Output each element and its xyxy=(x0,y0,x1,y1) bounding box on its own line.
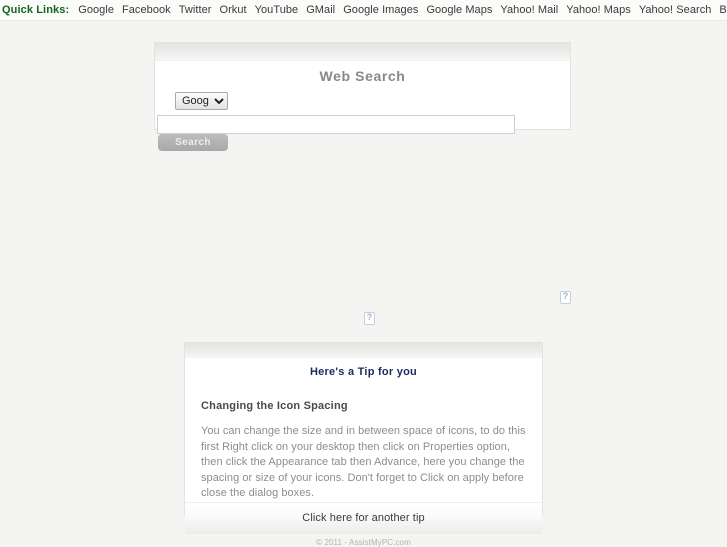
tip-box-footer: Click here for another tip xyxy=(185,501,542,534)
quick-link-gmail[interactable]: GMail xyxy=(302,4,339,16)
search-engine-row: Google xyxy=(155,86,570,110)
quick-link-bing[interactable]: Bing xyxy=(715,4,727,16)
tip-box: Here's a Tip for you Changing the Icon S… xyxy=(184,342,543,534)
web-search-panel: Web Search Google xyxy=(154,42,571,134)
tip-box-body: Changing the Icon Spacing You can change… xyxy=(185,378,542,502)
tip-heading: Changing the Icon Spacing xyxy=(201,400,348,412)
quick-link-google-maps[interactable]: Google Maps xyxy=(422,4,496,16)
quick-link-google[interactable]: Google xyxy=(74,4,118,16)
broken-image-icon xyxy=(560,291,571,304)
quick-link-google-images[interactable]: Google Images xyxy=(339,4,422,16)
quick-link-twitter[interactable]: Twitter xyxy=(175,4,216,16)
footer-copyright: © 2011 - AssistMyPC.com xyxy=(316,538,411,547)
broken-image-icon xyxy=(364,312,375,325)
search-input[interactable] xyxy=(157,115,515,134)
tip-text: You can change the size and in between s… xyxy=(201,425,526,499)
quick-link-youtube[interactable]: YouTube xyxy=(251,4,303,16)
search-button[interactable]: Search xyxy=(158,134,228,151)
quick-links-label: Quick Links: xyxy=(2,4,70,16)
quick-link-facebook[interactable]: Facebook xyxy=(118,4,175,16)
quick-link-yahoo-maps[interactable]: Yahoo! Maps xyxy=(562,4,635,16)
quick-link-orkut[interactable]: Orkut xyxy=(215,4,250,16)
another-tip-link[interactable]: Click here for another tip xyxy=(302,512,424,524)
tip-box-title: Here's a Tip for you xyxy=(309,366,418,378)
search-query-row xyxy=(155,110,570,134)
web-search-title: Web Search xyxy=(155,61,570,86)
search-engine-select[interactable]: Google xyxy=(175,92,228,110)
quick-link-yahoo-mail[interactable]: Yahoo! Mail xyxy=(496,4,562,16)
quick-links-bar: Quick Links: Google Facebook Twitter Ork… xyxy=(0,0,727,21)
tip-box-header xyxy=(185,343,542,358)
web-search-panel-header xyxy=(155,43,570,61)
quick-link-yahoo-search[interactable]: Yahoo! Search xyxy=(635,4,716,16)
